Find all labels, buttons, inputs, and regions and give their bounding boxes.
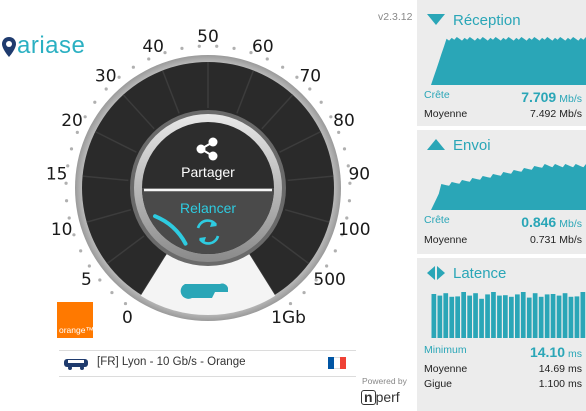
latency-bar (461, 292, 466, 338)
gauge-scale-label: 20 (61, 111, 83, 131)
upload-title: Envoi (453, 136, 491, 154)
gauge-dot (123, 301, 128, 306)
gauge-dot (325, 264, 329, 268)
gauge-scale-label: 50 (197, 27, 219, 47)
gauge-dot (232, 46, 236, 51)
latency-bar (556, 295, 562, 338)
latency-bar (467, 295, 472, 338)
latency-bar (520, 292, 526, 338)
reception-title: Réception (453, 11, 521, 29)
latency-bar (443, 293, 449, 338)
server-icon (64, 359, 88, 370)
nperf-logo[interactable]: n perf (361, 389, 400, 405)
reception-panel: Réception Crête 7.709 Mb/s Moyenne 7.492 M… (417, 0, 586, 126)
gauge-dot (75, 130, 79, 135)
latency-bar (431, 294, 437, 338)
latency-bar (497, 295, 502, 338)
latency-bar (455, 296, 460, 338)
gauge-scale-label: 0 (122, 308, 133, 328)
gauge-scale-label: 30 (95, 67, 117, 87)
latency-bar (580, 292, 586, 338)
share-label[interactable]: Partager (181, 164, 235, 180)
latency-bar (485, 294, 490, 338)
gauge-scale-label: 60 (252, 37, 274, 57)
latency-bar (479, 298, 484, 338)
gauge-scale-label: 10 (51, 220, 73, 240)
latency-bar (503, 295, 508, 338)
latency-bar (437, 295, 443, 338)
gauge-scale-label: 70 (299, 67, 321, 87)
latency-graph (431, 292, 586, 338)
latency-arrows-icon (427, 266, 445, 280)
latency-bar (509, 296, 514, 338)
gauge-dot (87, 264, 91, 268)
gauge-dot (319, 100, 323, 104)
latency-bar (532, 293, 538, 338)
latency-bar (491, 292, 496, 338)
france-flag-icon (328, 357, 346, 369)
upload-graph (431, 164, 586, 210)
powered-by-label: Powered by (362, 376, 407, 386)
gauge-dot (117, 75, 121, 79)
gauge-scale-label: 40 (142, 37, 164, 57)
latency-title: Latence (453, 264, 507, 282)
operator-logo-text: orange™ (59, 325, 94, 335)
operator-logo: orange™ (57, 302, 94, 338)
gauge-dot (337, 130, 341, 135)
gauge-dot (64, 199, 69, 203)
gauge-dot (93, 100, 97, 104)
latency-bar (449, 296, 455, 338)
latency-bar (568, 296, 574, 338)
gauge-dot (347, 199, 352, 203)
gauge-dot (110, 290, 114, 295)
latency-bar (574, 296, 580, 338)
reception-graph (431, 37, 586, 85)
gauge-dot (302, 290, 306, 295)
upload-arrow-icon (427, 139, 445, 150)
latency-bar (538, 296, 544, 338)
gauge-dot (180, 46, 184, 51)
latency-bar (544, 294, 550, 338)
gauge-dot (288, 301, 293, 306)
gauge-dot (265, 57, 269, 61)
gauge-dot (333, 249, 337, 253)
restart-label[interactable]: Relancer (180, 200, 236, 216)
latency-bar (515, 294, 520, 338)
latency-bar (550, 294, 556, 338)
latency-panel: Latence Minimum 14.10 ms Moyenne 14.69 ms … (417, 258, 586, 411)
latency-bar (562, 293, 568, 338)
gauge-dot (147, 57, 151, 61)
gauge-dot (295, 75, 299, 79)
gauge-scale-label: 90 (348, 165, 370, 185)
gauge-dot (308, 87, 312, 91)
gauge-dot (281, 65, 285, 69)
gauge-dot (83, 115, 87, 119)
gauge-scale-label: 100 (338, 220, 370, 240)
gauge-dot (72, 233, 76, 237)
gauge-dot (69, 147, 74, 151)
latency-bar (473, 293, 478, 338)
gauge-dot (67, 216, 71, 220)
download-arrow-icon (427, 14, 445, 25)
gauge-scale-label: 5 (81, 270, 92, 290)
gauge-scale-label: 1Gb (271, 308, 306, 328)
latency-bar (526, 297, 532, 338)
gauge-dot (131, 65, 135, 69)
gauge-scale-label: 500 (313, 270, 345, 290)
server-name[interactable]: [FR] Lyon - 10 Gb/s - Orange (97, 356, 246, 368)
gauge-dot (79, 249, 83, 253)
gauge-dot (342, 147, 347, 151)
gauge-dot (345, 216, 349, 220)
gauge-scale-label: 15 (46, 165, 68, 185)
gauge-dot (98, 278, 102, 282)
upload-panel: Envoi Crête 0.846 Mb/s Moyenne 0.731 Mb/s (417, 130, 586, 254)
gauge-scale-label: 80 (333, 111, 355, 131)
gauge-dot (329, 115, 333, 119)
gauge-dot (104, 87, 108, 91)
speed-gauge: Partager Relancer 0 5 10 15 20 30 40 50 60 70 80 90… (46, 27, 371, 328)
server-selector[interactable]: [FR] Lyon - 10 Gb/s - Orange (59, 350, 356, 377)
